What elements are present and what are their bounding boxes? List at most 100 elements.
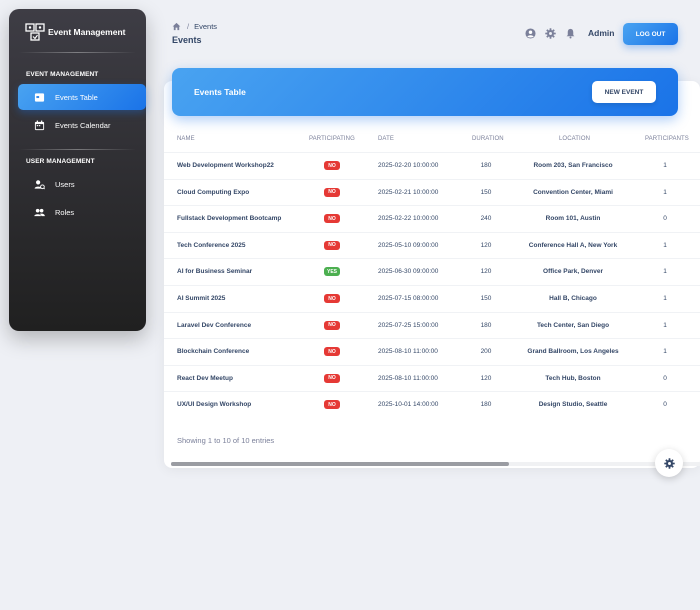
new-event-button[interactable]: NEW EVENT	[592, 81, 656, 103]
column-header-participants[interactable]: PARTICIPANTS	[645, 136, 689, 142]
cell-name: UX/UI Design Workshop	[177, 401, 252, 409]
logout-button[interactable]: LOG OUT	[623, 23, 678, 45]
table-row[interactable]: React Dev Meetup NO 2025-08-10 11:00:00 120…	[164, 364, 700, 391]
cell-duration: 120	[480, 374, 492, 382]
cell-date: 2025-07-25 15:00:00	[378, 321, 439, 329]
horizontal-scrollbar-thumb[interactable]	[171, 462, 509, 466]
sidebar-item-events-calendar[interactable]: Events Calendar	[18, 112, 146, 138]
table-header: NAME PARTICIPATING DATE DURATION LOCATIO…	[164, 136, 700, 146]
table-row[interactable]: Cloud Computing Expo NO 2025-02-21 10:00:0…	[164, 178, 700, 205]
breadcrumb-current: Events	[194, 22, 218, 31]
sidebar-item-label: Roles	[55, 207, 75, 217]
user-plus-icon	[34, 179, 45, 189]
cell-date: 2025-02-20 10:00:00	[378, 162, 439, 169]
brand-logo-icon	[25, 23, 45, 41]
home-icon[interactable]	[172, 22, 181, 31]
column-header-duration[interactable]: DURATION	[472, 136, 504, 142]
cell-participants: 0	[663, 374, 667, 382]
table-row[interactable]: Tech Conference 2025 NO 2025-05-10 09:00:0…	[164, 231, 700, 258]
cell-name: Fullstack Development Bootcamp	[177, 215, 282, 223]
user-name[interactable]: Admin	[588, 28, 614, 38]
cell-location: Room 101, Austin	[545, 215, 601, 223]
cell-duration: 180	[480, 321, 492, 329]
page-title: Events	[172, 35, 202, 45]
sidebar-item-label: Events Calendar	[55, 120, 111, 130]
participating-badge: NO	[324, 373, 340, 383]
brand[interactable]: Event Management	[25, 23, 125, 41]
cell-duration: 180	[480, 401, 492, 409]
cell-date: 2025-10-01 14:00:00	[378, 401, 439, 409]
participating-badge: NO	[324, 294, 340, 303]
section-user-management: USER MANAGEMENT	[26, 158, 95, 165]
cell-duration: 200	[480, 348, 492, 356]
sidebar-item-label: Users	[55, 179, 75, 189]
cell-location: Room 203, San Francisco	[533, 162, 613, 169]
cell-participants: 1	[663, 241, 667, 249]
cell-date: 2025-08-10 11:00:00	[378, 348, 438, 356]
table-icon	[34, 92, 45, 102]
sidebar-item-events-table[interactable]: Events Table	[18, 84, 146, 110]
cell-name: Tech Conference 2025	[177, 241, 246, 249]
cell-duration: 120	[480, 268, 492, 276]
column-header-participating[interactable]: PARTICIPATING	[309, 136, 355, 142]
cell-participants: 1	[663, 348, 667, 356]
bell-icon[interactable]	[565, 28, 576, 39]
table-row[interactable]: AI Summit 2025 NO 2025-07-15 08:00:00 150 Ha…	[164, 285, 700, 311]
cell-name: Laravel Dev Conference	[177, 321, 252, 329]
sidebar: Event Management EVENT MANAGEMENT Events…	[9, 9, 146, 331]
participating-badge: YES	[324, 267, 341, 277]
section-event-management: EVENT MANAGEMENT	[26, 71, 99, 78]
gear-icon[interactable]	[545, 28, 556, 39]
cell-date: 2025-07-15 08:00:00	[378, 295, 439, 302]
column-header-name[interactable]: NAME	[177, 136, 195, 142]
settings-fab-button[interactable]	[655, 449, 683, 477]
sidebar-item-roles[interactable]: Roles	[18, 199, 146, 225]
sidebar-divider	[19, 149, 136, 150]
table-row[interactable]: UX/UI Design Workshop NO 2025-10-01 14:00:…	[164, 391, 700, 417]
participating-badge: NO	[324, 347, 340, 357]
cell-participants: 1	[663, 188, 667, 196]
sidebar-item-label: Events Table	[55, 92, 98, 102]
cell-location: Tech Center, San Diego	[536, 321, 610, 329]
cell-duration: 150	[480, 188, 492, 196]
sidebar-item-users[interactable]: Users	[18, 171, 146, 197]
cell-date: 2025-08-10 11:00:00	[378, 374, 438, 382]
account-circle-icon[interactable]	[525, 28, 536, 39]
column-header-location[interactable]: LOCATION	[559, 136, 590, 142]
cell-duration: 240	[480, 215, 492, 223]
cell-participants: 1	[663, 321, 667, 329]
cell-location: Design Studio, Seattle	[538, 401, 608, 409]
table-row[interactable]: Blockchain Conference NO 2025-08-10 11:00:…	[164, 338, 700, 364]
cell-name: AI Summit 2025	[177, 295, 226, 302]
calendar-icon	[34, 120, 45, 130]
cell-participants: 0	[663, 401, 667, 409]
cell-duration: 150	[480, 295, 492, 302]
participating-badge: NO	[324, 214, 340, 224]
column-header-date[interactable]: DATE	[378, 136, 394, 142]
table-row[interactable]: AI for Business Seminar YES 2025-06-30 09:…	[164, 258, 700, 284]
cell-location: Tech Hub, Boston	[545, 374, 601, 382]
cell-date: 2025-02-21 10:00:00	[378, 188, 439, 196]
gear-icon	[663, 457, 675, 469]
cell-participants: 0	[663, 215, 667, 223]
card-title: Events Table	[194, 87, 246, 97]
cell-date: 2025-06-30 09:00:00	[378, 268, 439, 276]
participating-badge: NO	[324, 161, 340, 170]
cell-name: Web Development Workshop22	[177, 162, 274, 169]
cell-name: AI for Business Seminar	[177, 268, 253, 276]
cell-location: Grand Ballroom, Los Angeles	[527, 348, 619, 356]
table-row[interactable]: Laravel Dev Conference NO 2025-07-25 15:00…	[164, 311, 700, 338]
cell-participants: 1	[663, 295, 667, 302]
brand-title: Event Management	[48, 27, 126, 37]
cell-date: 2025-02-22 10:00:00	[378, 215, 439, 223]
cell-duration: 180	[480, 162, 492, 169]
cell-duration: 120	[480, 241, 492, 249]
table-row[interactable]: Web Development Workshop22 NO 2025-02-20 1…	[164, 152, 700, 178]
participating-badge: NO	[324, 320, 340, 330]
cell-name: Cloud Computing Expo	[177, 188, 250, 196]
cell-participants: 1	[663, 268, 667, 276]
participating-badge: NO	[324, 240, 340, 250]
table-row[interactable]: Fullstack Development Bootcamp NO 2025-02-…	[164, 205, 700, 231]
cell-location: Convention Center, Miami	[533, 188, 613, 196]
cell-date: 2025-05-10 09:00:00	[378, 241, 439, 249]
